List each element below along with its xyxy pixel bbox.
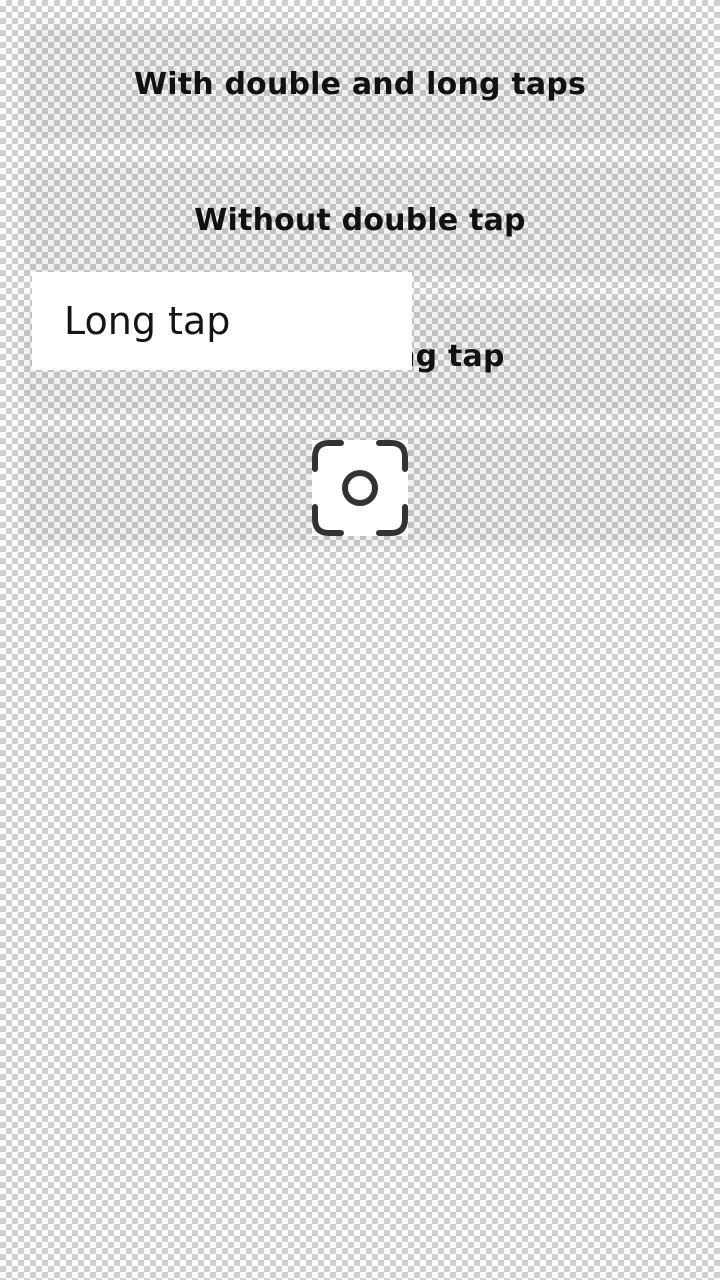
long-tap-tooltip: Long tap bbox=[32, 272, 412, 370]
with-double-and-long-taps-button[interactable]: With double and long taps bbox=[32, 36, 688, 132]
without-double-tap-button[interactable]: Without double tap bbox=[32, 172, 688, 268]
screenshot-scan-icon[interactable] bbox=[312, 440, 408, 536]
